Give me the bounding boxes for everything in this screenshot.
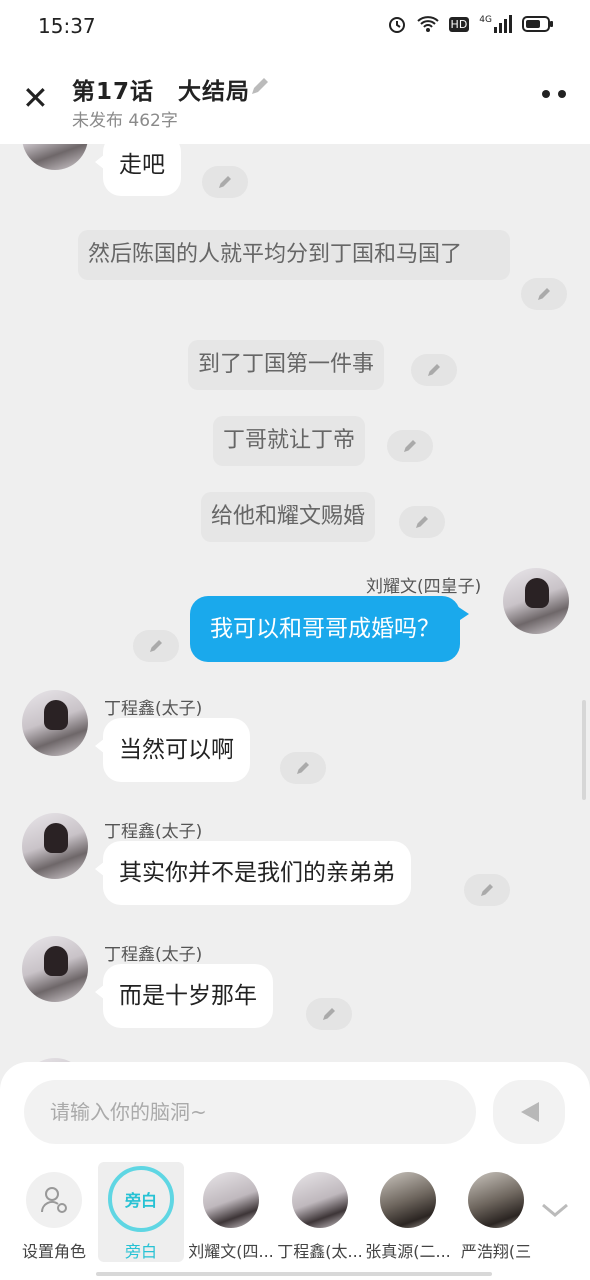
alarm-icon — [388, 17, 405, 33]
pencil-icon — [538, 288, 550, 300]
role-narrator[interactable]: 旁白 旁白 — [98, 1162, 184, 1262]
edit-message-button[interactable] — [399, 506, 445, 538]
role-selector[interactable]: 设置角色 旁白 旁白 刘耀文(四... 丁程鑫(太... 张真源(二... 严浩… — [0, 1162, 590, 1262]
edit-message-button[interactable] — [387, 430, 433, 462]
pencil-icon — [150, 640, 162, 652]
edit-message-button[interactable] — [133, 630, 179, 662]
scrollbar[interactable] — [582, 700, 586, 800]
episode-title: 第17话 大结局 — [72, 79, 251, 105]
narration-bubble[interactable]: 然后陈国的人就平均分到丁国和马国了 — [78, 230, 510, 280]
edit-message-button[interactable] — [411, 354, 457, 386]
send-button[interactable] — [493, 1080, 565, 1144]
pencil-icon — [404, 440, 416, 452]
edit-message-button[interactable] — [202, 166, 248, 198]
status-icons: HD 4G — [387, 14, 554, 34]
narration-bubble[interactable]: 丁哥就让丁帝 — [213, 416, 366, 466]
message-bubble[interactable]: 我可以和哥哥成婚吗？ — [190, 596, 469, 662]
message-input[interactable]: 请输入你的脑洞~ — [24, 1080, 476, 1144]
role-label: 张真源(二... — [365, 1242, 451, 1261]
pencil-icon — [323, 1008, 335, 1020]
pencil-icon — [428, 364, 440, 376]
horizontal-scrollbar[interactable] — [96, 1272, 492, 1276]
hd-icon: HD — [448, 16, 470, 32]
chat-list[interactable]: 走吧 然后陈国的人就平均分到丁国和马国了 到了丁国第一件事 丁哥就让丁帝 给他和… — [0, 144, 590, 1064]
role-ding-chengxin[interactable]: 丁程鑫(太... — [277, 1162, 363, 1262]
composer-panel: 请输入你的脑洞~ 设置角色 旁白 旁白 刘耀文(四... 丁程鑫(太... 张真… — [0, 1062, 590, 1280]
app-screen: 15:37 HD 4G ✕ 第17话 大结局 未发布 462字 走吧 然后陈国的… — [0, 0, 590, 1280]
role-liu-yaowen[interactable]: 刘耀文(四... — [188, 1162, 274, 1262]
narration-bubble[interactable]: 给他和耀文赐婚 — [201, 492, 376, 542]
avatar[interactable] — [22, 690, 88, 756]
role-label: 丁程鑫(太... — [277, 1242, 363, 1261]
edit-message-button[interactable] — [521, 278, 567, 310]
role-label: 刘耀文(四... — [188, 1242, 274, 1261]
avatar — [292, 1172, 348, 1228]
user-settings-icon — [26, 1172, 82, 1228]
role-zhang-zhenyuan[interactable]: 张真源(二... — [365, 1162, 451, 1262]
narrator-badge-text: 旁白 — [124, 1191, 157, 1210]
role-settings[interactable]: 设置角色 — [11, 1162, 97, 1262]
send-icon — [521, 1102, 539, 1122]
net-type: 4G — [479, 15, 492, 25]
message-bubble[interactable]: 而是十岁那年 — [95, 964, 273, 1028]
more-icon[interactable] — [542, 90, 566, 98]
battery-icon — [522, 16, 553, 32]
pencil-icon — [416, 516, 428, 528]
wifi-icon — [416, 16, 439, 32]
sender-name: 丁程鑫(太子) — [104, 699, 203, 719]
sender-name: 刘耀文(四皇子) — [366, 577, 482, 597]
edit-message-button[interactable] — [280, 752, 326, 784]
edit-message-button[interactable] — [306, 998, 352, 1030]
close-icon[interactable]: ✕ — [22, 82, 49, 114]
avatar[interactable] — [22, 144, 88, 170]
publish-status: 未发布 462字 — [72, 111, 178, 131]
role-label: 设置角色 — [21, 1242, 86, 1261]
message-bubble[interactable]: 走吧 — [95, 144, 181, 196]
avatar — [468, 1172, 524, 1228]
pencil-icon — [219, 176, 231, 188]
sender-name: 丁程鑫(太子) — [104, 945, 203, 965]
narrator-badge: 旁白 — [108, 1166, 174, 1232]
signal-icon: 4G — [479, 15, 512, 33]
avatar — [380, 1172, 436, 1228]
pencil-icon — [297, 762, 309, 774]
avatar — [203, 1172, 259, 1228]
avatar[interactable] — [503, 568, 569, 634]
role-yan-haoxiang[interactable]: 严浩翔(三 — [453, 1162, 539, 1262]
pencil-icon — [481, 884, 493, 896]
sender-name: 丁程鑫(太子) — [104, 822, 203, 842]
status-bar: 15:37 HD 4G — [0, 0, 590, 52]
edit-title-icon[interactable] — [248, 74, 272, 98]
message-bubble[interactable]: 当然可以啊 — [95, 718, 250, 782]
chevron-down-icon[interactable] — [540, 1200, 570, 1220]
role-label: 旁白 — [124, 1242, 157, 1261]
avatar[interactable] — [22, 936, 88, 1002]
message-bubble[interactable]: 其实你并不是我们的亲弟弟 — [95, 841, 411, 905]
narration-bubble[interactable]: 到了丁国第一件事 — [188, 340, 385, 390]
edit-message-button[interactable] — [464, 874, 510, 906]
role-label: 严浩翔(三 — [460, 1242, 532, 1261]
top-bar: ✕ 第17话 大结局 未发布 462字 — [0, 52, 590, 144]
status-time: 15:37 — [38, 14, 96, 38]
avatar[interactable] — [22, 813, 88, 879]
